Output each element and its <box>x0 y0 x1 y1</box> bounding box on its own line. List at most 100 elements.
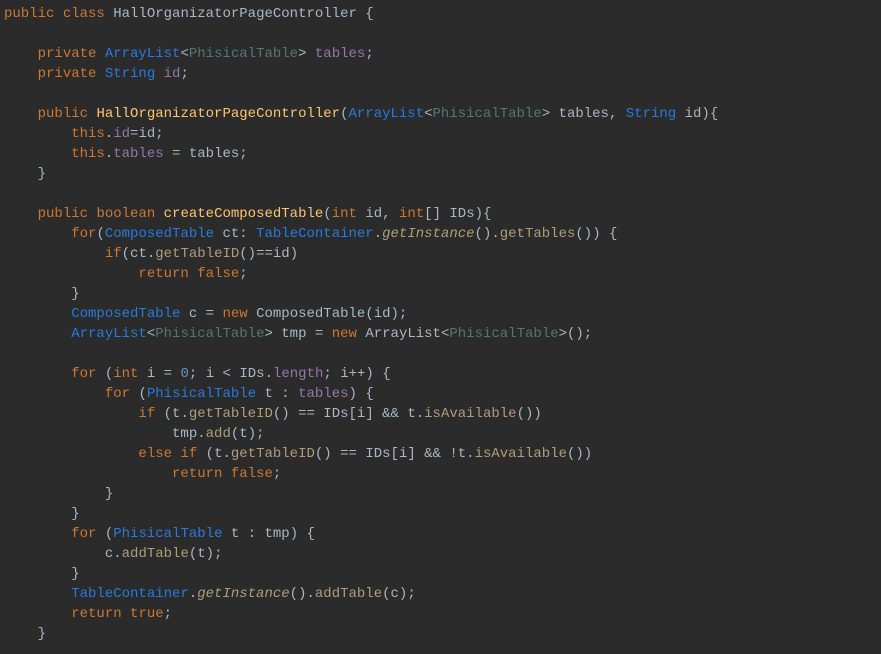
code-line[interactable]: private ArrayList<PhisicalTable> tables; <box>4 44 881 64</box>
code-token: ComposedTable <box>71 306 180 322</box>
code-token <box>189 266 197 282</box>
code-token: . <box>374 226 382 242</box>
code-token <box>4 66 38 82</box>
code-token: ) <box>290 246 298 262</box>
code-line[interactable]: for (PhisicalTable t : tmp) { <box>4 524 881 544</box>
code-token: ComposedTable <box>105 226 214 242</box>
code-token: int <box>113 366 138 382</box>
code-line[interactable]: ComposedTable c = new ComposedTable(id); <box>4 304 881 324</box>
code-line[interactable]: if (t.getTableID() == IDs[i] && t.isAvai… <box>4 404 881 424</box>
code-token: ( <box>189 546 197 562</box>
code-line[interactable]: return false; <box>4 264 881 284</box>
code-line[interactable]: public HallOrganizatorPageController(Arr… <box>4 104 881 124</box>
code-token: false <box>231 466 273 482</box>
code-line[interactable]: } <box>4 504 881 524</box>
code-token: } <box>4 166 46 182</box>
code-token: ); <box>391 306 408 322</box>
code-token: } <box>4 566 80 582</box>
code-line[interactable]: ArrayList<PhisicalTable> tmp = new Array… <box>4 324 881 344</box>
code-token <box>96 66 104 82</box>
code-token: (). <box>475 226 500 242</box>
code-token: getInstance <box>382 226 474 242</box>
code-line[interactable]: } <box>4 284 881 304</box>
code-token: tmp <box>265 526 290 542</box>
code-token: () == <box>273 406 323 422</box>
code-token: else <box>138 446 172 462</box>
code-token: > <box>298 46 315 62</box>
code-token: length <box>273 366 323 382</box>
code-token <box>4 366 71 382</box>
code-token: return <box>138 266 188 282</box>
code-token: . <box>466 446 474 462</box>
code-token <box>138 366 146 382</box>
code-line[interactable]: else if (t.getTableID() == IDs[i] && !t.… <box>4 444 881 464</box>
code-line[interactable]: } <box>4 564 881 584</box>
code-line[interactable]: for (PhisicalTable t : tables) { <box>4 384 881 404</box>
code-token: for <box>71 526 96 542</box>
code-token: String <box>105 66 155 82</box>
code-line[interactable]: for (int i = 0; i < IDs.length; i++) { <box>4 364 881 384</box>
code-token: ComposedTable <box>256 306 365 322</box>
code-line[interactable] <box>4 184 881 204</box>
code-line[interactable]: } <box>4 164 881 184</box>
code-token: ArrayList <box>71 326 147 342</box>
code-line[interactable]: public boolean createComposedTable(int i… <box>4 204 881 224</box>
code-token <box>4 586 71 602</box>
code-token: id <box>273 246 290 262</box>
code-token: tables <box>298 386 348 402</box>
code-token: > <box>542 106 559 122</box>
code-token <box>4 406 138 422</box>
code-line[interactable]: c.addTable(t); <box>4 544 881 564</box>
code-line[interactable]: private String id; <box>4 64 881 84</box>
code-token: (). <box>290 586 315 602</box>
code-token: ; <box>164 606 172 622</box>
code-line[interactable]: } <box>4 484 881 504</box>
code-token: id <box>138 126 155 142</box>
code-token <box>4 206 38 222</box>
code-token: IDs <box>323 406 348 422</box>
code-token: ct <box>130 246 147 262</box>
code-token: TableContainer <box>256 226 374 242</box>
code-token <box>4 386 105 402</box>
code-token: = <box>307 326 332 342</box>
code-token: [ <box>349 406 357 422</box>
code-line[interactable]: return false; <box>4 464 881 484</box>
code-token: . <box>105 126 113 142</box>
code-token: add <box>206 426 231 442</box>
code-token: { <box>357 6 374 22</box>
code-token: [ <box>391 446 399 462</box>
code-token <box>4 606 71 622</box>
code-line[interactable] <box>4 344 881 364</box>
code-line[interactable]: for(ComposedTable ct: TableContainer.get… <box>4 224 881 244</box>
code-token: getTableID <box>189 406 273 422</box>
code-token: ] && ! <box>407 446 457 462</box>
code-token: ; <box>239 146 247 162</box>
code-token <box>4 326 71 342</box>
code-line[interactable]: this.tables = tables; <box>4 144 881 164</box>
code-editor[interactable]: public class HallOrganizatorPageControll… <box>0 0 881 644</box>
code-token: ++) { <box>349 366 391 382</box>
code-token: ); <box>248 426 265 442</box>
code-line[interactable]: TableContainer.getInstance().addTable(c)… <box>4 584 881 604</box>
code-token: ; <box>239 266 247 282</box>
code-token: . <box>265 366 273 382</box>
code-token: ( <box>130 386 147 402</box>
code-token: ( <box>197 446 214 462</box>
code-line[interactable]: public class HallOrganizatorPageControll… <box>4 4 881 24</box>
code-line[interactable]: return true; <box>4 604 881 624</box>
code-line[interactable]: tmp.add(t); <box>4 424 881 444</box>
code-line[interactable]: } <box>4 624 881 644</box>
code-token: c <box>391 586 399 602</box>
code-token <box>222 466 230 482</box>
code-token: PhisicalTable <box>113 526 222 542</box>
code-token: getTableID <box>231 446 315 462</box>
code-line[interactable]: this.id=id; <box>4 124 881 144</box>
code-token <box>4 126 71 142</box>
code-line[interactable]: if(ct.getTableID()==id) <box>4 244 881 264</box>
code-token: t <box>264 386 272 402</box>
code-token: PhisicalTable <box>189 46 298 62</box>
code-token: id <box>685 106 702 122</box>
code-token: if <box>138 406 155 422</box>
code-line[interactable] <box>4 84 881 104</box>
code-line[interactable] <box>4 24 881 44</box>
